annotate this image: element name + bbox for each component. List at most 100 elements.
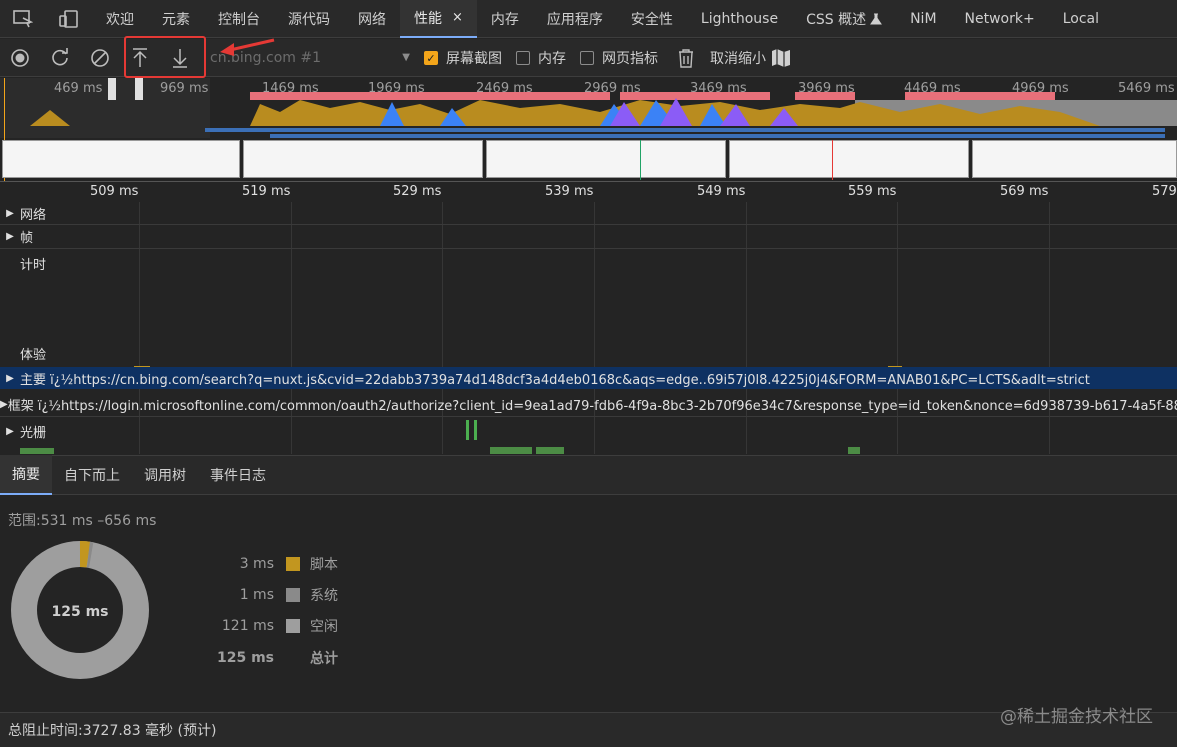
clear-button[interactable] <box>80 39 120 77</box>
record-button[interactable] <box>0 39 40 77</box>
raster-event[interactable] <box>490 447 532 454</box>
expand-arrow-icon: ▶ <box>6 207 14 219</box>
track-main-thread[interactable]: ▶ 主要 ï¿½https://cn.bing.com/search?q=nux… <box>0 367 1177 389</box>
track-timings[interactable]: 计时 <box>0 252 1177 274</box>
track-timings-label: 计时 <box>20 257 47 273</box>
total-blocking-time: 总阻止时间:3727.83 毫秒 (预计) <box>8 723 217 739</box>
device-toolbar-icon[interactable] <box>46 0 92 38</box>
tab-nim[interactable]: NiM <box>896 0 950 38</box>
ruler-tick: 529 ms <box>393 184 442 199</box>
check-icon: ✓ <box>424 50 438 65</box>
overview-tick: 4969 ms <box>1012 81 1069 96</box>
tab-console[interactable]: 控制台 <box>204 0 274 38</box>
summary-total-value: 125 ms <box>216 650 274 666</box>
tab-local[interactable]: Local <box>1049 0 1113 38</box>
webvitals-label: 网页指标 <box>602 50 658 67</box>
raster-event[interactable] <box>848 447 860 454</box>
chevron-down-icon: ▼ <box>402 52 410 63</box>
donut-center-label: 125 ms <box>51 604 108 620</box>
flame-chart[interactable]: ▶ 网络 ▶ 帧 计时 体验 ▶ 主要 ï¿½https://cn.bing.c… <box>0 202 1177 454</box>
tab-memory[interactable]: 内存 <box>477 0 533 38</box>
raster-event[interactable] <box>474 420 477 440</box>
tab-network[interactable]: 网络 <box>344 0 400 38</box>
expand-arrow-icon: ▶ <box>6 425 14 437</box>
screenshot-thumbnail <box>972 140 1177 178</box>
overview-tick: 4469 ms <box>904 81 961 96</box>
screenshots-label: 屏幕截图 <box>446 50 502 67</box>
donut-chart: 125 ms <box>11 541 149 679</box>
timeline-overview[interactable]: 469 ms 969 ms 1469 ms 1969 ms 2469 ms 29… <box>0 78 1177 182</box>
track-frame[interactable]: ▶ 框架 ï¿½https://login.microsoftonline.co… <box>0 393 1177 415</box>
screenshot-strip <box>0 140 1177 180</box>
inspect-element-icon[interactable] <box>0 0 46 38</box>
tab-bottom-up[interactable]: 自下而上 <box>52 455 132 495</box>
raster-event[interactable] <box>466 420 469 440</box>
tab-elements[interactable]: 元素 <box>148 0 204 38</box>
track-network-label: 网络 <box>20 207 47 223</box>
overview-tick: 2469 ms <box>476 81 533 96</box>
reload-record-button[interactable] <box>40 39 80 77</box>
overview-tick: 3469 ms <box>690 81 747 96</box>
track-network[interactable]: ▶ 网络 <box>0 202 1177 224</box>
summary-row-system: 1 ms 系统 <box>200 585 400 605</box>
reload-icon <box>52 47 68 65</box>
tab-css-overview[interactable]: CSS 概述 <box>792 0 896 38</box>
checkbox-box <box>516 50 530 65</box>
tab-event-log[interactable]: 事件日志 <box>198 455 278 495</box>
ruler-tick: 509 ms <box>90 184 139 199</box>
tab-call-tree[interactable]: 调用树 <box>132 455 198 495</box>
screenshot-thumbnail <box>486 140 726 178</box>
tab-network-plus[interactable]: Network+ <box>951 0 1049 38</box>
summary-value: 1 ms <box>239 587 274 603</box>
track-frames-label: 帧 <box>20 230 34 246</box>
overview-tick: 3969 ms <box>798 81 855 96</box>
divider <box>0 416 1177 417</box>
track-experience[interactable]: 体验 <box>0 342 1177 364</box>
bottom-tabs: 摘要 自下而上 调用树 事件日志 <box>0 455 1177 495</box>
track-experience-label: 体验 <box>20 347 47 363</box>
summary-row-script: 3 ms 脚本 <box>200 554 400 574</box>
marker-line <box>640 140 641 180</box>
tab-lighthouse[interactable]: Lighthouse <box>687 0 792 38</box>
summary-label: 空闲 <box>310 619 338 635</box>
ruler-tick: 519 ms <box>242 184 291 199</box>
overview-tick: 1969 ms <box>368 81 425 96</box>
tab-summary[interactable]: 摘要 <box>0 455 52 495</box>
expand-arrow-icon: ▶ <box>6 372 14 384</box>
divider <box>0 248 1177 249</box>
tab-performance[interactable]: 性能 × <box>400 0 477 38</box>
arrow-annotation-icon <box>220 38 275 56</box>
tab-css-overview-label: CSS 概述 <box>806 11 867 28</box>
garbage-collect-button[interactable] <box>666 39 706 77</box>
track-raster[interactable]: ▶ 光栅 <box>0 420 1177 442</box>
track-raster-label: 光栅 <box>20 425 47 441</box>
screenshots-checkbox[interactable]: ✓ 屏幕截图 <box>424 48 502 68</box>
summary-panel: 范围:531 ms –656 ms 125 ms 3 ms 脚本 1 ms 系统… <box>0 496 1177 710</box>
expand-arrow-icon: ▶ <box>0 398 8 410</box>
overview-tick: 1469 ms <box>262 81 319 96</box>
raster-event[interactable] <box>20 448 54 454</box>
ruler-tick: 549 ms <box>697 184 746 199</box>
webvitals-checkbox[interactable]: 网页指标 <box>580 48 658 68</box>
zoom-reset-label: 取消缩小 <box>710 50 766 67</box>
legend-swatch <box>286 619 300 633</box>
clear-icon <box>91 48 109 67</box>
range-text: 范围:531 ms –656 ms <box>8 513 157 529</box>
devtools-tabbar: 欢迎 元素 控制台 源代码 网络 性能 × 内存 应用程序 安全性 Lighth… <box>0 0 1177 38</box>
tab-security[interactable]: 安全性 <box>617 0 687 38</box>
ruler-tick: 569 ms <box>1000 184 1049 199</box>
summary-label: 系统 <box>310 588 338 604</box>
time-ruler: 509 ms 519 ms 529 ms 539 ms 549 ms 559 m… <box>0 182 1177 202</box>
track-frames[interactable]: ▶ 帧 <box>0 225 1177 247</box>
close-icon[interactable]: × <box>452 10 463 25</box>
raster-event[interactable] <box>536 447 564 454</box>
memory-checkbox[interactable]: 内存 <box>516 48 566 68</box>
memory-label: 内存 <box>538 50 566 67</box>
record-icon <box>11 48 29 67</box>
tab-sources[interactable]: 源代码 <box>274 0 344 38</box>
tab-application[interactable]: 应用程序 <box>533 0 617 38</box>
tab-welcome[interactable]: 欢迎 <box>92 0 148 38</box>
zoom-reset-button[interactable]: 取消缩小 <box>710 48 792 68</box>
summary-total-label: 总计 <box>310 651 338 667</box>
overview-tick: 5469 ms <box>1118 81 1175 96</box>
